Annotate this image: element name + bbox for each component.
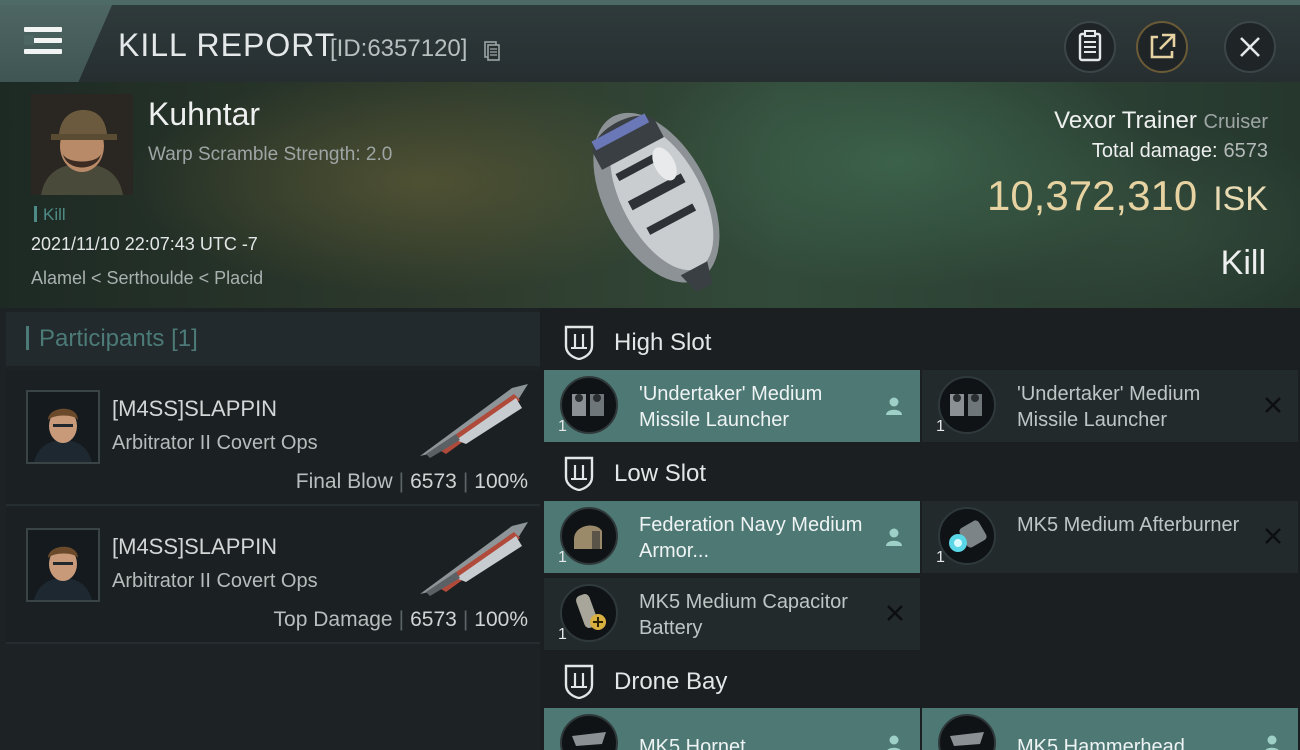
participant-role: Final Blow (295, 470, 393, 493)
item-quantity: 1 (558, 418, 567, 435)
module-item[interactable]: MK5 Hammerhead (922, 708, 1298, 750)
module-item[interactable]: MK5 Hornet (544, 708, 920, 750)
share-icon (1150, 33, 1176, 59)
low-slot-label: Low Slot (614, 460, 707, 487)
victim-ship-image (591, 112, 720, 292)
participant-name[interactable]: [M4SS]SLAPPIN (112, 534, 277, 560)
low-slot-icon (564, 456, 594, 491)
participant-avatar[interactable] (26, 528, 100, 602)
kill-id: [ID:6357120] (330, 35, 468, 62)
high-slot-label: High Slot (614, 329, 712, 356)
ship-name: Vexor Trainer (1054, 107, 1197, 134)
participants-count: [1] (171, 325, 198, 352)
isk-unit: ISK (1213, 180, 1268, 218)
ship-class: Cruiser (1203, 111, 1268, 133)
item-quantity: 1 (936, 418, 945, 435)
menu-icon[interactable] (24, 25, 64, 59)
close-icon (1240, 37, 1260, 57)
item-name: Federation Navy Medium Armor... (639, 514, 863, 562)
participant-ship-image (420, 522, 528, 596)
page-title: KILL REPORT (118, 27, 336, 63)
drone-bay-header: Drone Bay (544, 651, 1300, 711)
isk-value: 10,372,310 ISK (987, 172, 1268, 220)
kill-location[interactable]: Alamel < Serthoulde < Placid (31, 268, 263, 289)
participants-title: Participants [1] (26, 325, 198, 353)
destroyed-x-icon (1265, 528, 1281, 544)
fitted-person-icon (886, 397, 902, 415)
destroyed-x-icon (887, 605, 903, 621)
drone-icon (938, 714, 996, 750)
clipboard-icon (1078, 30, 1102, 62)
participant-percent: 100% (474, 470, 528, 493)
participant-avatar[interactable] (26, 390, 100, 464)
header-bar: KILL REPORT [ID:6357120] (0, 0, 1300, 82)
item-name: MK5 Medium Afterburner (1017, 514, 1240, 536)
kill-timestamp: 2021/11/10 22:07:43 UTC -7 (31, 234, 258, 254)
afterburner-icon (938, 507, 996, 565)
participant-ship: Arbitrator II Covert Ops (112, 570, 318, 592)
participant-damage: 6573 (410, 470, 457, 493)
armor-repairer-icon (560, 507, 618, 565)
item-name: MK5 Medium Capacitor Battery (639, 591, 848, 639)
module-item[interactable]: 1 MK5 Medium Afterburner (922, 501, 1298, 573)
participant-name[interactable]: [M4SS]SLAPPIN (112, 396, 277, 422)
missile-launcher-icon (560, 376, 618, 434)
module-item[interactable]: 1 MK5 Medium Capacitor Battery (544, 578, 920, 650)
drone-bay-label: Drone Bay (614, 668, 728, 695)
warp-scramble-strength: Warp Scramble Strength: 2.0 (148, 144, 393, 165)
isk-amount: 10,372,310 (986, 172, 1198, 219)
fitted-person-icon (886, 528, 902, 546)
victim-portrait[interactable] (31, 94, 133, 195)
item-name: MK5 Hornet (639, 736, 746, 750)
missile-launcher-icon (938, 376, 996, 434)
kill-result: Kill (1220, 244, 1266, 282)
victim-ship-name[interactable]: Vexor Trainer Cruiser (1054, 107, 1268, 135)
destroyed-x-icon (1265, 397, 1281, 413)
copy-icon[interactable] (484, 41, 500, 61)
fitted-person-icon (1265, 735, 1279, 750)
participant-damage: 6573 (410, 608, 457, 631)
total-damage-label: Total damage: (1091, 140, 1218, 162)
share-button[interactable] (1136, 21, 1188, 73)
high-slot-header: High Slot (544, 312, 1300, 372)
total-damage-value: 6573 (1223, 140, 1269, 162)
participant-row[interactable]: [M4SS]SLAPPIN Arbitrator II Covert Ops T… (6, 508, 540, 644)
kill-tag-label: Kill (43, 205, 66, 224)
drone-icon (560, 714, 618, 750)
clipboard-button[interactable] (1064, 21, 1116, 73)
participant-stats: Top Damage | 6573 | 100% (273, 608, 528, 631)
item-quantity: 1 (558, 626, 567, 643)
participant-ship: Arbitrator II Covert Ops (112, 432, 318, 454)
item-quantity: 1 (936, 549, 945, 566)
participant-percent: 100% (474, 608, 528, 631)
item-quantity: 1 (558, 549, 567, 566)
item-name: 'Undertaker' Medium Missile Launcher (1017, 383, 1201, 431)
participant-role: Top Damage (273, 608, 393, 631)
item-name: 'Undertaker' Medium Missile Launcher (639, 383, 823, 431)
low-slot-header: Low Slot (544, 443, 1300, 503)
kill-tag: Kill (34, 205, 66, 225)
item-name: MK5 Hammerhead (1017, 736, 1185, 750)
capacitor-battery-icon (560, 584, 618, 642)
module-item[interactable]: 1 'Undertaker' Medium Missile Launcher (544, 370, 920, 442)
participant-stats: Final Blow | 6573 | 100% (295, 470, 528, 493)
module-item[interactable]: 1 'Undertaker' Medium Missile Launcher (922, 370, 1298, 442)
fitted-person-icon (887, 735, 901, 750)
close-button[interactable] (1224, 21, 1276, 73)
high-slot-icon (564, 325, 594, 360)
drone-bay-icon (564, 664, 594, 699)
participants-title-label: Participants (39, 325, 165, 352)
module-item[interactable]: 1 Federation Navy Medium Armor... (544, 501, 920, 573)
participant-ship-image (420, 384, 528, 458)
participant-row[interactable]: [M4SS]SLAPPIN Arbitrator II Covert Ops F… (6, 370, 540, 506)
victim-pilot-name[interactable]: Kuhntar (148, 96, 260, 133)
total-damage: Total damage: 6573 (1092, 140, 1268, 163)
